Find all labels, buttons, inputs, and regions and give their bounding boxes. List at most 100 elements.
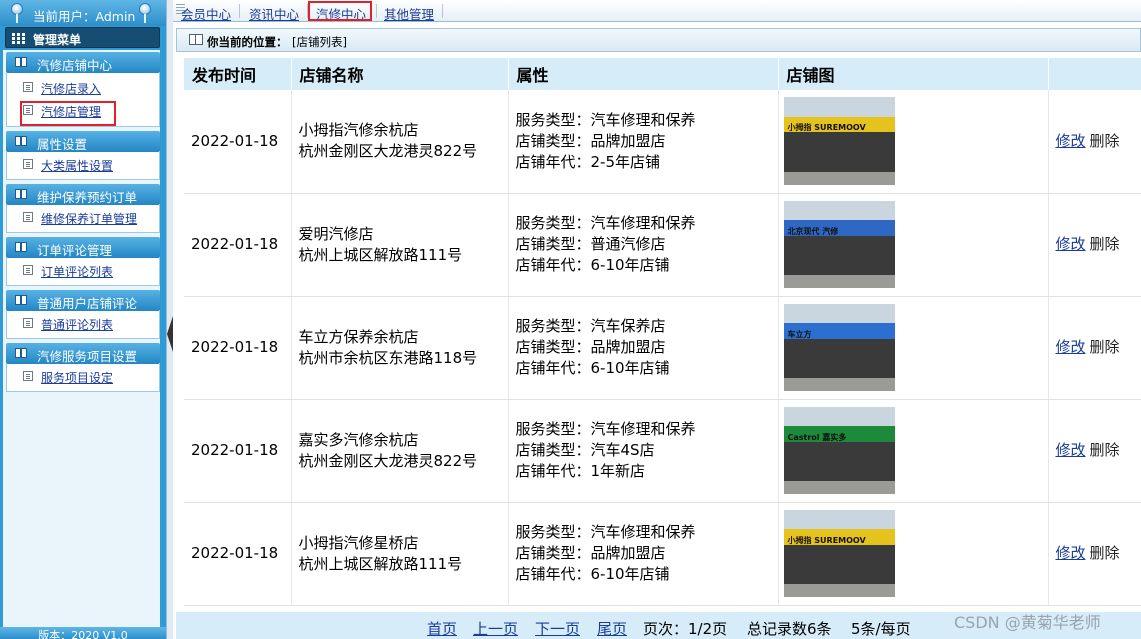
sidebar-link[interactable]: 服务项目设定 [41,369,113,386]
sidebar-link[interactable]: 普通评论列表 [41,316,113,333]
cell-image: 车立方 [778,296,1049,400]
shop-table: 发布时间 店铺名称 属性 店铺图 2022-01-18 小拇指汽修余杭店 杭州金刚区… [184,58,1141,606]
shop-name: 车立方保养余杭店 [298,327,419,346]
table-row: 2022-01-18 小拇指汽修星桥店 杭州上城区解放路111号 服务类型：汽车修理和… [184,502,1141,606]
edit-link[interactable]: 修改 [1056,235,1086,253]
nav-other-manage[interactable]: 其他管理 [384,4,434,23]
location-value: [店铺列表] [292,35,347,49]
publish-date: 2022-01-18 [191,544,279,562]
menu-group-body: 订单评论列表 [6,258,160,286]
pager-next-link[interactable]: 下一页 [535,618,580,639]
pin-icon [139,3,151,23]
cell-actions: 修改 删除 [1048,399,1141,503]
menu-group-attributes[interactable]: 属性设置 [6,131,160,152]
cell-name: 车立方保养余杭店杭州市余杭区东港路118号 [291,296,509,400]
grid-icon [12,33,26,44]
pager-last-link[interactable]: 尾页 [597,618,627,639]
annotation-highlight-box [20,101,116,126]
column-header-attributes: 属性 [508,58,779,90]
delete-link[interactable]: 删除 [1090,441,1120,459]
nav-news-center[interactable]: 资讯中心 [249,4,299,23]
menu-group-shop-center[interactable]: 汽修店铺中心 [6,52,160,73]
cell-name: 小拇指汽修星桥店 杭州上城区解放路111号 [291,502,509,606]
cell-image: 北京现代 汽修 [778,193,1049,297]
cell-image: Castrol 嘉实多 [778,399,1049,503]
shop-address: 杭州上城区解放路111号 [298,245,463,264]
sidebar-link[interactable]: 汽修店录入 [41,80,101,97]
nav-separator [442,4,443,18]
sidebar-link[interactable]: 大类属性设置 [41,157,113,174]
sidebar: 当前用户：Admin 管理菜单 汽修店铺中心 汽修店录入 汽修店管理 属性设置 … [0,0,166,639]
book-icon [15,189,28,199]
shop-address: 杭州金刚区大龙港灵822号 [298,142,478,161]
menu-group-user-shop-reviews[interactable]: 普通用户店铺评论 [6,290,160,311]
edit-link[interactable]: 修改 [1056,544,1086,562]
pager-prev-link[interactable]: 上一页 [473,618,518,639]
shop-sign-text: Castrol 嘉实多 [787,432,847,442]
sidebar-link[interactable]: 维修保养订单管理 [41,210,137,227]
edit-link[interactable]: 修改 [1056,338,1086,356]
menu-group-body: 维修保养订单管理 [6,205,160,233]
cell-attributes: 服务类型：汽车修理和保养 店铺类型：汽车4S店 店铺年代：1年新店 [508,399,779,503]
attr-shop-age: 店铺年代：1年新店 [515,462,646,480]
shop-name: 小拇指汽修余杭店 [298,121,419,140]
nav-member-center[interactable]: 会员中心 [181,4,231,23]
book-icon [15,242,28,252]
book-icon [15,348,28,358]
attr-shop-type: 店铺类型：品牌加盟店 [515,131,666,150]
shop-sign-text: 小拇指 SUREMOOV [787,535,866,545]
cell-name: 爱明汽修店杭州上城区解放路111号 [291,193,509,297]
shop-name: 爱明汽修店 [298,224,374,243]
menu-group-order-reviews[interactable]: 订单评论管理 [6,237,160,258]
shop-image[interactable]: 车立方 [783,303,895,392]
document-icon [23,371,33,381]
nav-separator [239,4,240,18]
shop-image[interactable]: 小拇指 SUREMOOV [783,97,895,186]
watermark: CSDN @黄菊华老师 [954,613,1101,632]
shop-name: 小拇指汽修星桥店 [298,533,419,552]
delete-link[interactable]: 删除 [1090,235,1120,253]
cell-name: 嘉实多汽修余杭店 杭州金刚区大龙港灵822号 [291,399,509,503]
sidebar-link[interactable]: 订单评论列表 [41,263,113,280]
annotation-highlight-box [308,1,372,21]
attr-service-type: 服务类型：汽车修理和保养 [515,214,696,232]
cell-attributes: 服务类型：汽车修理和保养 店铺类型：普通汽修店 店铺年代：6-10年店铺 [508,193,779,297]
delete-link[interactable]: 删除 [1090,544,1120,562]
attr-service-type: 服务类型：汽车修理和保养 [515,110,696,129]
edit-link[interactable]: 修改 [1056,441,1086,459]
shop-address: 杭州市余杭区东港路118号 [298,348,478,367]
pager-first-link[interactable]: 首页 [427,618,457,639]
attr-shop-type: 店铺类型：品牌加盟店 [515,338,666,356]
cell-actions: 修改 删除 [1048,502,1141,606]
pager-total: 总记录数6条 [747,620,832,638]
collapse-arrow-icon[interactable] [167,316,173,352]
cell-actions: 修改 删除 [1048,90,1141,194]
shop-image[interactable]: Castrol 嘉实多 [783,406,895,495]
document-icon [23,318,33,328]
attr-shop-type: 店铺类型：汽车4S店 [515,441,655,459]
sidebar-splitter[interactable] [166,0,173,639]
column-header-date: 发布时间 [184,58,292,90]
cell-date: 2022-01-18 [184,90,292,194]
cell-name: 小拇指汽修余杭店杭州金刚区大龙港灵822号 [291,90,509,194]
table-row: 2022-01-18 车立方保养余杭店 杭州市余杭区东港路118号 服务类型：汽车保养… [184,296,1141,400]
breadcrumb: 你当前的位置： [店铺列表] [176,28,1141,52]
cell-date: 2022-01-18 [184,296,292,400]
attr-shop-type: 店铺类型：普通汽修店 [515,235,666,253]
menu-group-maintenance-orders[interactable]: 维护保养预约订单 [6,184,160,205]
document-icon [23,82,33,92]
cell-attributes: 服务类型：汽车修理和保养 店铺类型：品牌加盟店 店铺年代：2-5年店铺 [508,90,779,194]
shop-sign-text: 小拇指 SUREMOOV [787,123,866,133]
shop-image[interactable]: 小拇指 SUREMOOV [783,509,895,598]
delete-link[interactable]: 删除 [1090,338,1120,356]
attr-service-type: 服务类型：汽车修理和保养 [515,523,696,541]
delete-link[interactable]: 删除 [1090,132,1120,150]
document-icon [23,212,33,222]
pager-per-page: 5条/每页 [851,620,911,638]
book-icon [15,295,28,305]
menu-group-service-items[interactable]: 汽修服务项目设置 [6,343,160,364]
cell-image: 小拇指 SUREMOOV [778,90,1049,194]
menu-group-body: 普通评论列表 [6,311,160,339]
edit-link[interactable]: 修改 [1056,132,1086,150]
shop-image[interactable]: 北京现代 汽修 [783,200,895,289]
